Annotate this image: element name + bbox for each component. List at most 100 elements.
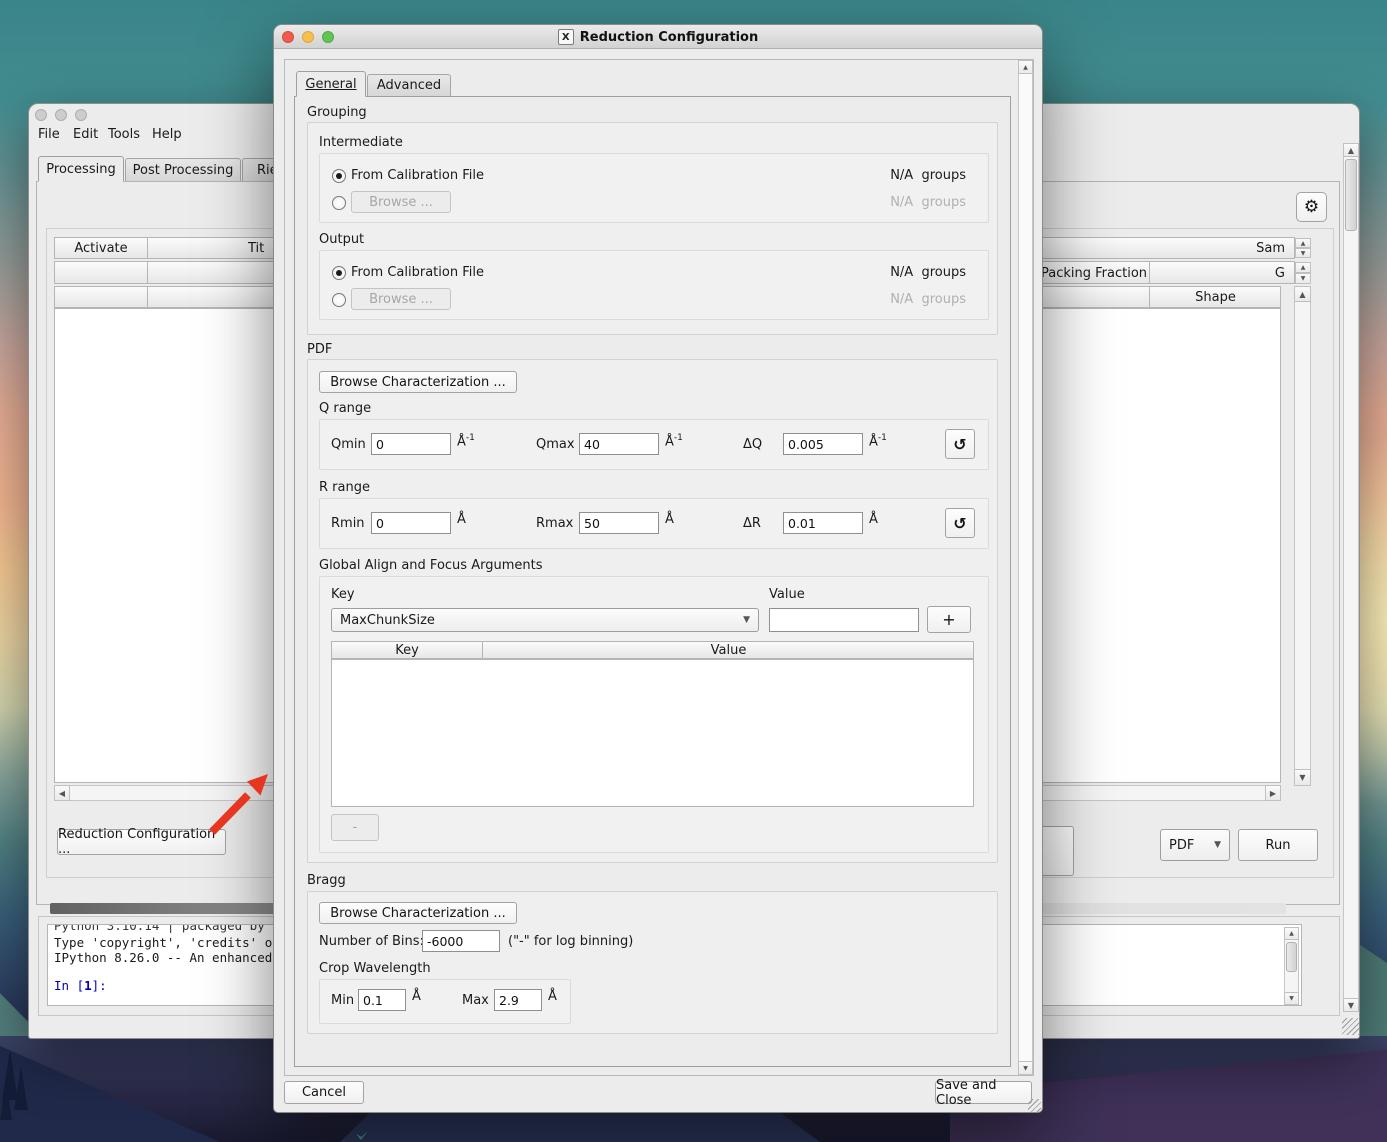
add-argument-button[interactable]: + xyxy=(927,606,971,633)
zoom-button-inactive[interactable] xyxy=(75,109,87,121)
scroll-down-icon: ▼ xyxy=(1299,773,1305,782)
console-scrollbar-thumb[interactable] xyxy=(1286,942,1297,972)
intermediate-browse-radio[interactable] xyxy=(332,196,346,210)
spin-down-icon: ▼ xyxy=(1301,250,1306,257)
column-header-sample[interactable]: Sam xyxy=(1175,241,1285,256)
column-header-title[interactable]: Tit xyxy=(248,241,264,256)
dialog-resize-grip[interactable] xyxy=(1028,1099,1041,1112)
tab-label: Advanced xyxy=(377,78,441,93)
number-of-bins-input[interactable] xyxy=(422,930,500,952)
cancel-button[interactable]: Cancel xyxy=(284,1081,364,1104)
scroll-left-arrow[interactable]: ◀ xyxy=(54,785,70,801)
output-browse-button[interactable]: Browse ... xyxy=(351,288,451,310)
scroll-down-arrow[interactable]: ▼ xyxy=(1343,998,1359,1012)
button-label: Run xyxy=(1266,838,1291,853)
rmax-input[interactable] xyxy=(579,512,659,534)
crop-min-input[interactable] xyxy=(358,989,406,1011)
bragg-browse-characterization-button[interactable]: Browse Characterization ... xyxy=(319,902,517,924)
settings-button[interactable]: ⚙ xyxy=(1296,192,1327,222)
scroll-up-arrow[interactable]: ▲ xyxy=(1343,143,1359,157)
scroll-right-arrow[interactable]: ▶ xyxy=(1265,785,1281,801)
output-groups-count: N/A groups xyxy=(834,265,966,280)
dialog-scrollbar[interactable] xyxy=(1018,60,1033,1075)
crop-max-label: Max xyxy=(462,993,489,1008)
q-range-reset-button[interactable]: ↺ xyxy=(945,429,975,459)
menu-help[interactable]: Help xyxy=(152,127,182,142)
scroll-down-arrow[interactable]: ▼ xyxy=(1284,992,1299,1005)
value-input[interactable] xyxy=(769,608,919,632)
run-button[interactable]: Run xyxy=(1238,829,1318,861)
intermediate-browse-button[interactable]: Browse ... xyxy=(351,191,451,213)
na-value: N/A xyxy=(890,168,913,183)
scroll-up-arrow[interactable]: ▲ xyxy=(1294,286,1311,302)
args-column-value[interactable]: Value xyxy=(482,643,975,658)
column-header-packing-fraction[interactable]: Packing Fraction xyxy=(1041,266,1147,281)
args-table-header[interactable]: Key Value xyxy=(331,641,974,659)
reduction-configuration-dialog: X Reduction Configuration ▲ ▼ General Ad… xyxy=(273,24,1043,1113)
pdf-browse-characterization-button[interactable]: Browse Characterization ... xyxy=(319,371,517,393)
output-browse-radio[interactable] xyxy=(332,293,346,307)
rmin-input[interactable] xyxy=(371,512,451,534)
scroll-up-icon: ▲ xyxy=(1023,64,1028,71)
crop-max-input[interactable] xyxy=(494,989,542,1011)
header-spin-down[interactable]: ▼ xyxy=(1295,248,1311,258)
save-and-close-button[interactable]: Save and Close xyxy=(935,1081,1032,1104)
table-vertical-scrollbar[interactable] xyxy=(1294,286,1311,786)
prompt-end: ]: xyxy=(92,978,107,993)
column-header-shape[interactable]: Shape xyxy=(1149,290,1282,305)
tab-label: Processing xyxy=(46,162,115,177)
button-label: Browse ... xyxy=(369,292,433,307)
unit-base: Å xyxy=(665,512,674,527)
scroll-down-icon: ▼ xyxy=(1023,1065,1028,1072)
scroll-up-arrow[interactable]: ▲ xyxy=(1284,927,1299,940)
qmin-input[interactable] xyxy=(371,433,451,455)
delta-r-input[interactable] xyxy=(783,512,863,534)
reset-icon: ↺ xyxy=(953,514,966,533)
menu-edit[interactable]: Edit xyxy=(73,127,98,142)
unit-base: Å xyxy=(457,512,466,527)
dialog-title-group: X Reduction Configuration xyxy=(274,29,1042,45)
intermediate-from-calibration-radio[interactable] xyxy=(332,169,346,183)
output-type-dropdown[interactable]: PDF ▼ xyxy=(1160,829,1230,861)
menu-tools[interactable]: Tools xyxy=(108,127,140,142)
main-vertical-scrollbar[interactable] xyxy=(1343,143,1359,1012)
scroll-up-icon: ▲ xyxy=(1348,146,1354,155)
header-spin-down[interactable]: ▼ xyxy=(1295,273,1311,284)
minimize-button-inactive[interactable] xyxy=(55,109,67,121)
delta-q-label: ΔQ xyxy=(743,437,762,452)
column-header-activate[interactable]: Activate xyxy=(55,241,147,256)
scroll-down-arrow[interactable]: ▼ xyxy=(1018,1061,1033,1075)
rmax-label: Rmax xyxy=(536,516,573,531)
output-label: Output xyxy=(319,232,364,247)
intermediate-label: Intermediate xyxy=(319,135,403,150)
r-range-reset-button[interactable]: ↺ xyxy=(945,508,975,538)
column-divider xyxy=(147,262,148,283)
dialog-titlebar[interactable]: X Reduction Configuration xyxy=(274,25,1042,49)
crop-wavelength-label: Crop Wavelength xyxy=(319,961,431,976)
key-dropdown[interactable]: MaxChunkSize ▼ xyxy=(331,608,759,632)
delta-q-input[interactable] xyxy=(783,433,863,455)
tab-general[interactable]: General xyxy=(296,71,366,97)
qmax-input[interactable] xyxy=(579,433,659,455)
main-scrollbar-thumb[interactable] xyxy=(1345,159,1357,231)
header-spin-up[interactable]: ▲ xyxy=(1295,238,1311,248)
close-button-inactive[interactable] xyxy=(35,109,47,121)
qmax-unit: Å-1 xyxy=(665,433,683,449)
intermediate-groups-count-disabled: N/A groups xyxy=(834,195,966,210)
tab-advanced[interactable]: Advanced xyxy=(367,74,451,97)
scroll-up-arrow[interactable]: ▲ xyxy=(1018,60,1033,74)
remove-argument-button[interactable]: - xyxy=(331,814,379,841)
output-from-calibration-radio[interactable] xyxy=(332,266,346,280)
button-label: + xyxy=(942,610,955,629)
tab-post-processing[interactable]: Post Processing xyxy=(125,158,241,182)
groups-label: groups xyxy=(921,195,966,210)
tab-processing[interactable]: Processing xyxy=(38,156,124,182)
scroll-down-arrow[interactable]: ▼ xyxy=(1294,769,1311,786)
unit-base: Å xyxy=(869,512,878,527)
menu-file[interactable]: File xyxy=(38,127,60,142)
header-spin-up[interactable]: ▲ xyxy=(1295,262,1311,273)
args-table-body[interactable] xyxy=(331,659,974,807)
args-column-key[interactable]: Key xyxy=(332,643,482,658)
main-window-resize-grip[interactable] xyxy=(1342,1018,1359,1035)
column-header-geometry[interactable]: G xyxy=(1175,266,1285,281)
